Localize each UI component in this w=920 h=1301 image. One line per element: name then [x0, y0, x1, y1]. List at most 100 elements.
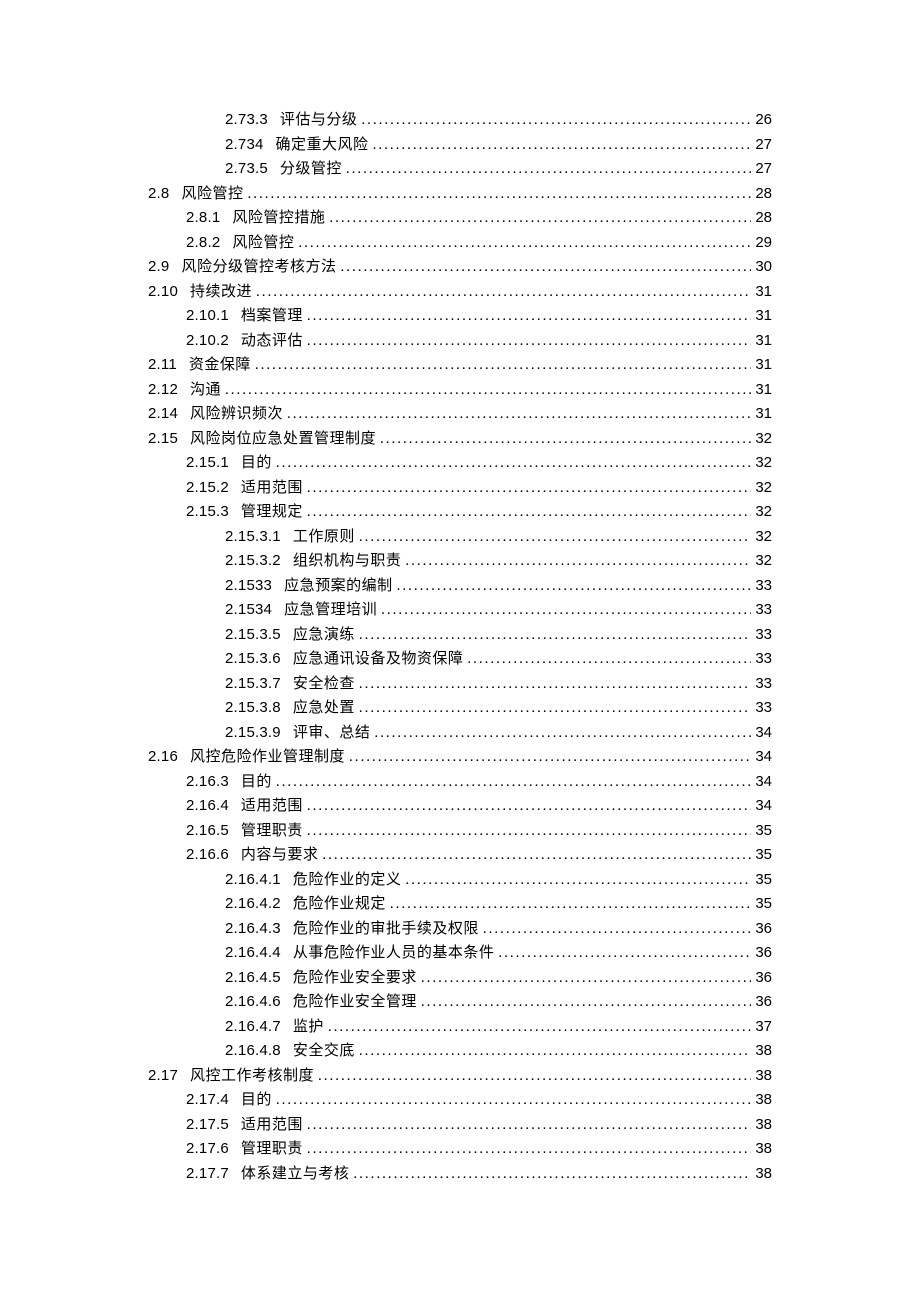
- toc-entry: 2.17风控工作考核制度38: [148, 1064, 772, 1089]
- toc-number: 2.16.4.6: [225, 990, 281, 1015]
- toc-entry: 2.16.4.4从事危险作业人员的基本条件36: [148, 941, 772, 966]
- toc-entry: 2.10.2动态评估31: [148, 329, 772, 354]
- toc-entry: 2.17.5适用范围38: [148, 1113, 772, 1138]
- toc-page-number: 32: [755, 500, 772, 525]
- toc-entry: 2.1534应急管理培训33: [148, 598, 772, 623]
- toc-title: 应急预案的编制: [284, 574, 393, 599]
- toc-entry: 2.15.2适用范围32: [148, 476, 772, 501]
- toc-entry: 2.17.4目的38: [148, 1088, 772, 1113]
- toc-title: 风险岗位应急处置管理制度: [190, 427, 376, 452]
- toc-page-number: 31: [755, 378, 772, 403]
- toc-page-number: 35: [755, 843, 772, 868]
- toc-number: 2.73.3: [225, 108, 268, 133]
- toc-entry: 2.15.3.6应急通讯设备及物资保障33: [148, 647, 772, 672]
- toc-title: 从事危险作业人员的基本条件: [293, 941, 495, 966]
- toc-leader-dots: [307, 1137, 751, 1162]
- toc-number: 2.11: [148, 353, 177, 378]
- toc-leader-dots: [483, 917, 751, 942]
- toc-page-number: 27: [755, 133, 772, 158]
- toc-leader-dots: [328, 1015, 751, 1040]
- toc-leader-dots: [346, 157, 751, 182]
- toc-page-number: 35: [755, 868, 772, 893]
- toc-title: 应急通讯设备及物资保障: [293, 647, 464, 672]
- toc-leader-dots: [467, 647, 751, 672]
- toc-title: 应急演练: [293, 623, 355, 648]
- toc-title: 安全交底: [293, 1039, 355, 1064]
- toc-title: 工作原则: [293, 525, 355, 550]
- toc-leader-dots: [381, 598, 751, 623]
- toc-page-number: 29: [755, 231, 772, 256]
- toc-entry: 2.73.3评估与分级26: [148, 108, 772, 133]
- toc-entry: 2.16.4.8安全交底38: [148, 1039, 772, 1064]
- toc-entry: 2.15.3.9评审、总结34: [148, 721, 772, 746]
- toc-leader-dots: [287, 402, 751, 427]
- toc-leader-dots: [298, 231, 751, 256]
- toc-number: 2.16.4.2: [225, 892, 281, 917]
- toc-entry: 2.15 风险岗位应急处置管理制度 32: [148, 427, 772, 452]
- toc-leader-dots: [307, 1113, 751, 1138]
- toc-number: 2.15.3.9: [225, 721, 281, 746]
- toc-page-number: 34: [755, 794, 772, 819]
- toc-title: 评审、总结: [293, 721, 371, 746]
- toc-leader-dots: [421, 966, 751, 991]
- toc-number: 2.16: [148, 745, 178, 770]
- toc-title: 危险作业安全管理: [293, 990, 417, 1015]
- toc-title: 评估与分级: [280, 108, 358, 133]
- toc-title: 危险作业的审批手续及权限: [293, 917, 479, 942]
- toc-leader-dots: [498, 941, 751, 966]
- toc-title: 应急处置: [293, 696, 355, 721]
- toc-leader-dots: [318, 1064, 751, 1089]
- toc-entry: 2.16.4.6危险作业安全管理36: [148, 990, 772, 1015]
- toc-title: 风险辨识频次: [190, 402, 283, 427]
- toc-number: 2.16.4.3: [225, 917, 281, 942]
- toc-title: 适用范围: [241, 1113, 303, 1138]
- toc-title: 适用范围: [241, 794, 303, 819]
- toc-entry: 2.16.3目的34: [148, 770, 772, 795]
- toc-entry: 2.15.3.8应急处置33: [148, 696, 772, 721]
- toc-page-number: 34: [755, 745, 772, 770]
- toc-page-number: 33: [755, 574, 772, 599]
- toc-leader-dots: [380, 427, 751, 452]
- toc-page-number: 31: [755, 280, 772, 305]
- table-of-contents: 2.73.3评估与分级262.734确定重大风险272.73.5分级管控272.…: [148, 108, 772, 1186]
- toc-number: 2.14: [148, 402, 178, 427]
- toc-number: 2.16.4.4: [225, 941, 281, 966]
- toc-title: 风险管控措施: [232, 206, 325, 231]
- toc-page-number: 33: [755, 672, 772, 697]
- toc-title: 组织机构与职责: [293, 549, 402, 574]
- toc-number: 2.15: [148, 427, 178, 452]
- toc-page-number: 32: [755, 427, 772, 452]
- toc-leader-dots: [361, 108, 751, 133]
- toc-entry: 2.16风控危险作业管理制度34: [148, 745, 772, 770]
- toc-leader-dots: [225, 378, 751, 403]
- toc-page-number: 38: [755, 1113, 772, 1138]
- toc-entry: 2.16.4.7监护37: [148, 1015, 772, 1040]
- toc-entry: 2.15.3管理规定32: [148, 500, 772, 525]
- toc-leader-dots: [276, 451, 751, 476]
- toc-entry: 2.73.5分级管控27: [148, 157, 772, 182]
- toc-page-number: 37: [755, 1015, 772, 1040]
- toc-number: 2.16.4: [186, 794, 229, 819]
- toc-page-number: 31: [755, 329, 772, 354]
- toc-leader-dots: [247, 182, 751, 207]
- toc-number: 2.1533: [225, 574, 272, 599]
- toc-number: 2.734: [225, 133, 264, 158]
- toc-page-number: 38: [755, 1064, 772, 1089]
- toc-entry: 2.8.2风险管控29: [148, 231, 772, 256]
- toc-number: 2.15.3: [186, 500, 229, 525]
- toc-title: 内容与要求: [241, 843, 319, 868]
- toc-number: 2.1534: [225, 598, 272, 623]
- toc-title: 资金保障: [189, 353, 251, 378]
- toc-leader-dots: [322, 843, 751, 868]
- toc-number: 2.16.6: [186, 843, 229, 868]
- toc-number: 2.15.3.8: [225, 696, 281, 721]
- toc-number: 2.15.3.7: [225, 672, 281, 697]
- toc-entry: 2.8风险管控28: [148, 182, 772, 207]
- toc-title: 应急管理培训: [284, 598, 377, 623]
- toc-title: 体系建立与考核: [241, 1162, 350, 1187]
- toc-page-number: 36: [755, 917, 772, 942]
- toc-page-number: 32: [755, 451, 772, 476]
- toc-leader-dots: [255, 353, 751, 378]
- toc-page-number: 36: [755, 966, 772, 991]
- toc-page-number: 35: [755, 892, 772, 917]
